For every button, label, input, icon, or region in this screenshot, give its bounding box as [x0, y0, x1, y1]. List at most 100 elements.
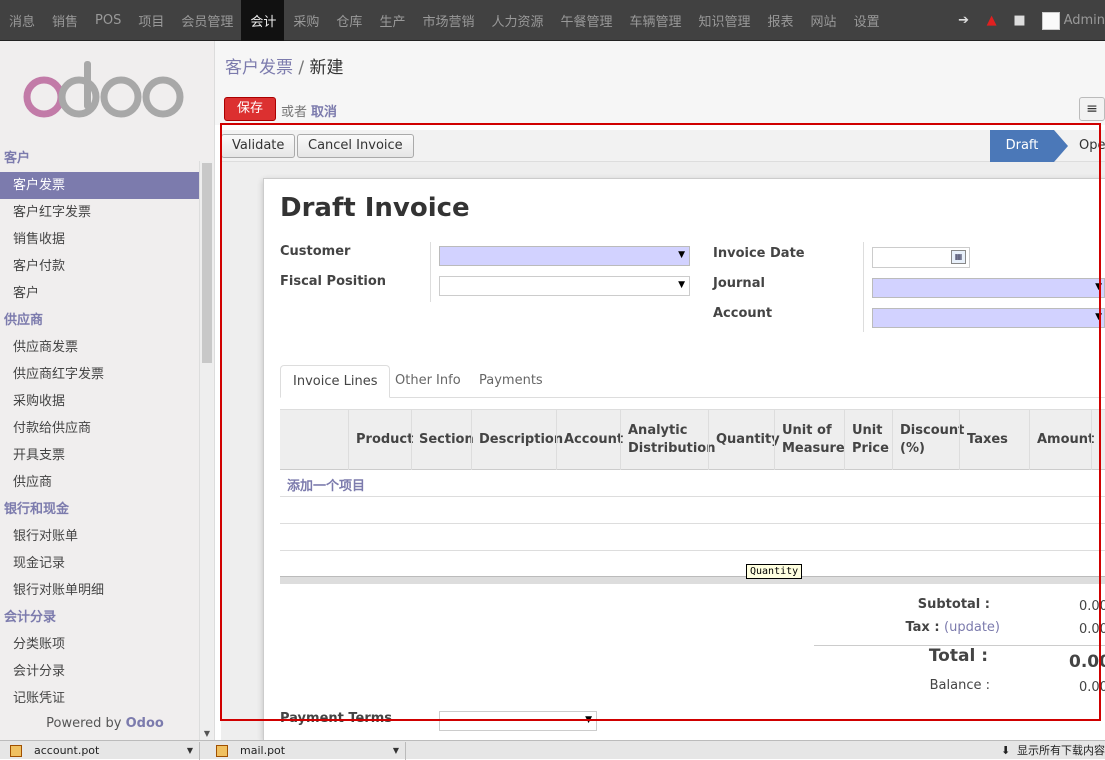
journal-select[interactable]: ▼ — [872, 278, 1105, 298]
show-all-downloads[interactable]: ⬇ 显示所有下载内容 — [1001, 742, 1105, 760]
table-row — [280, 497, 1105, 524]
invoice-date-input[interactable]: ▦ — [872, 247, 970, 268]
topmenu-manufacturing[interactable]: 生产 — [370, 0, 413, 41]
column-header-section[interactable]: Section — [411, 410, 474, 470]
column-header-amount[interactable]: Amount — [1029, 410, 1094, 470]
tab-invoice-lines[interactable]: Invoice Lines — [280, 365, 391, 398]
topmenu-purchase[interactable]: 采购 — [284, 0, 327, 41]
top-navbar: 消息 销售 POS 项目 会员管理 会计 采购 仓库 生产 市场营销 人力资源 … — [0, 0, 1105, 41]
sidebar-item-customers[interactable]: 客户 — [0, 280, 199, 307]
topmenu-membership[interactable]: 会员管理 — [172, 0, 241, 41]
download-item[interactable]: account.pot ▼ — [0, 742, 200, 760]
sidebar-item-customer-payments[interactable]: 客户付款 — [0, 253, 199, 280]
save-button[interactable]: 保存 — [224, 97, 277, 121]
user-name[interactable]: Admin — [1064, 13, 1105, 28]
calendar-icon[interactable]: ▦ — [951, 250, 966, 264]
caret-down-icon: ▼ — [1095, 282, 1102, 292]
sign-in-icon[interactable]: ➔ — [950, 13, 978, 28]
total-value: 0.00 — [1069, 652, 1105, 672]
add-item-link[interactable]: 添加一个项目 — [287, 475, 365, 494]
topmenu-pos[interactable]: POS — [86, 0, 129, 41]
column-header-delete — [1091, 410, 1105, 470]
topmenu-fleet[interactable]: 车辆管理 — [621, 0, 690, 41]
menu-icon[interactable]: ≡ — [1079, 97, 1105, 121]
file-icon — [216, 745, 228, 757]
download-item[interactable]: mail.pot ▼ — [206, 742, 406, 760]
download-filename: account.pot — [34, 744, 100, 757]
alert-icon[interactable]: ▲ — [978, 13, 1006, 28]
column-header-analytic-distribution[interactable]: Analytic Distribution — [620, 410, 715, 470]
topmenu-reporting[interactable]: 报表 — [759, 0, 802, 41]
powered-by-link[interactable]: Odoo — [126, 716, 164, 731]
sidebar-item-journal-items[interactable]: 分类账项 — [0, 631, 199, 658]
notebook-tabs: Invoice Lines Other Info Payments — [280, 365, 1105, 398]
sidebar-item-journal-entries[interactable]: 会计分录 — [0, 658, 199, 685]
topmenu-marketing[interactable]: 市场营销 — [413, 0, 482, 41]
column-header-quantity[interactable]: Quantity — [708, 410, 780, 470]
avatar[interactable] — [1041, 11, 1060, 30]
caret-down-icon[interactable]: ▼ — [393, 742, 399, 760]
column-header-unit-price[interactable]: Unit Price — [844, 410, 892, 470]
fiscal-position-label: Fiscal Position — [280, 274, 387, 289]
column-header-description[interactable]: Description — [471, 410, 563, 470]
tooltip: Quantity — [746, 564, 803, 579]
column-header-discount[interactable]: Discount (%) — [892, 410, 964, 470]
total-label: Total : — [928, 646, 988, 666]
topmenu-website[interactable]: 网站 — [802, 0, 845, 41]
cancel-link[interactable]: 取消 — [311, 101, 337, 120]
page-title: Draft Invoice — [280, 193, 470, 223]
field-separator — [863, 242, 864, 332]
field-separator — [430, 242, 431, 302]
odoo-logo[interactable] — [20, 59, 190, 123]
tab-payments[interactable]: Payments — [467, 365, 555, 398]
caret-down-icon: ▼ — [678, 250, 685, 260]
stage-draft[interactable]: Draft — [990, 130, 1054, 162]
sidebar-item-supplier-invoices[interactable]: 供应商发票 — [0, 334, 199, 361]
customer-select[interactable]: ▼ — [439, 246, 690, 266]
topmenu-messages[interactable]: 消息 — [0, 0, 43, 41]
stage-arrow-icon — [1054, 130, 1068, 162]
account-select[interactable]: ▼ — [872, 308, 1105, 328]
topmenu-knowledge[interactable]: 知识管理 — [690, 0, 759, 41]
downloads-bar: account.pot ▼ mail.pot ▼ ⬇ 显示所有下载内容 — [0, 740, 1105, 760]
validate-button[interactable]: Validate — [221, 134, 296, 158]
fiscal-position-select[interactable]: ▼ — [439, 276, 690, 296]
table-row — [280, 524, 1105, 551]
topmenu-accounting[interactable]: 会计 — [241, 0, 285, 41]
sidebar-item-supplier-payments[interactable]: 付款给供应商 — [0, 415, 199, 442]
tab-other-info[interactable]: Other Info — [383, 365, 473, 398]
cancel-invoice-button[interactable]: Cancel Invoice — [297, 134, 414, 158]
payment-terms-select[interactable]: ▼ — [439, 711, 597, 731]
sidebar-item-cash-registers[interactable]: 现金记录 — [0, 550, 199, 577]
caret-down-icon: ▼ — [585, 715, 592, 725]
sidebar-item-sales-receipts[interactable]: 销售收据 — [0, 226, 199, 253]
tax-label-group: Tax : (update) — [870, 620, 1000, 635]
topmenu-sales[interactable]: 销售 — [43, 0, 86, 41]
sidebar-item-write-checks[interactable]: 开具支票 — [0, 442, 199, 469]
column-header-account[interactable]: Account — [556, 410, 623, 470]
column-header-taxes[interactable]: Taxes — [959, 410, 1029, 470]
sidebar-item-purchase-receipts[interactable]: 采购收据 — [0, 388, 199, 415]
sidebar-scroll-thumb[interactable] — [202, 163, 212, 363]
topmenu-hr[interactable]: 人力资源 — [482, 0, 551, 41]
stage-open[interactable]: Open — [1079, 130, 1105, 162]
breadcrumb-parent[interactable]: 客户发票 — [225, 58, 293, 78]
sidebar-item-vouchers[interactable]: 记账凭证 — [0, 685, 199, 712]
topmenu-lunch[interactable]: 午餐管理 — [551, 0, 620, 41]
sidebar-item-customer-refunds[interactable]: 客户红字发票 — [0, 199, 199, 226]
sidebar-item-supplier-refunds[interactable]: 供应商红字发票 — [0, 361, 199, 388]
caret-down-icon[interactable]: ▼ — [187, 742, 193, 760]
column-header-product[interactable]: Product — [348, 410, 413, 470]
chat-icon[interactable]: ■ — [1006, 13, 1034, 28]
column-header-unit-of-measure[interactable]: Unit of Measure — [774, 410, 845, 470]
sidebar-scrollbar[interactable]: ▼ — [199, 161, 213, 740]
topmenu-project[interactable]: 项目 — [129, 0, 172, 41]
sidebar-item-suppliers[interactable]: 供应商 — [0, 469, 199, 496]
update-tax-link[interactable]: (update) — [944, 620, 1000, 635]
sidebar-item-bank-statements[interactable]: 银行对账单 — [0, 523, 199, 550]
topmenu-warehouse[interactable]: 仓库 — [327, 0, 370, 41]
sidebar-item-statement-lines[interactable]: 银行对账单明细 — [0, 577, 199, 604]
or-text: 或者 — [281, 105, 308, 120]
sidebar-item-customer-invoices[interactable]: 客户发票 — [0, 172, 199, 199]
topmenu-settings[interactable]: 设置 — [845, 0, 888, 41]
